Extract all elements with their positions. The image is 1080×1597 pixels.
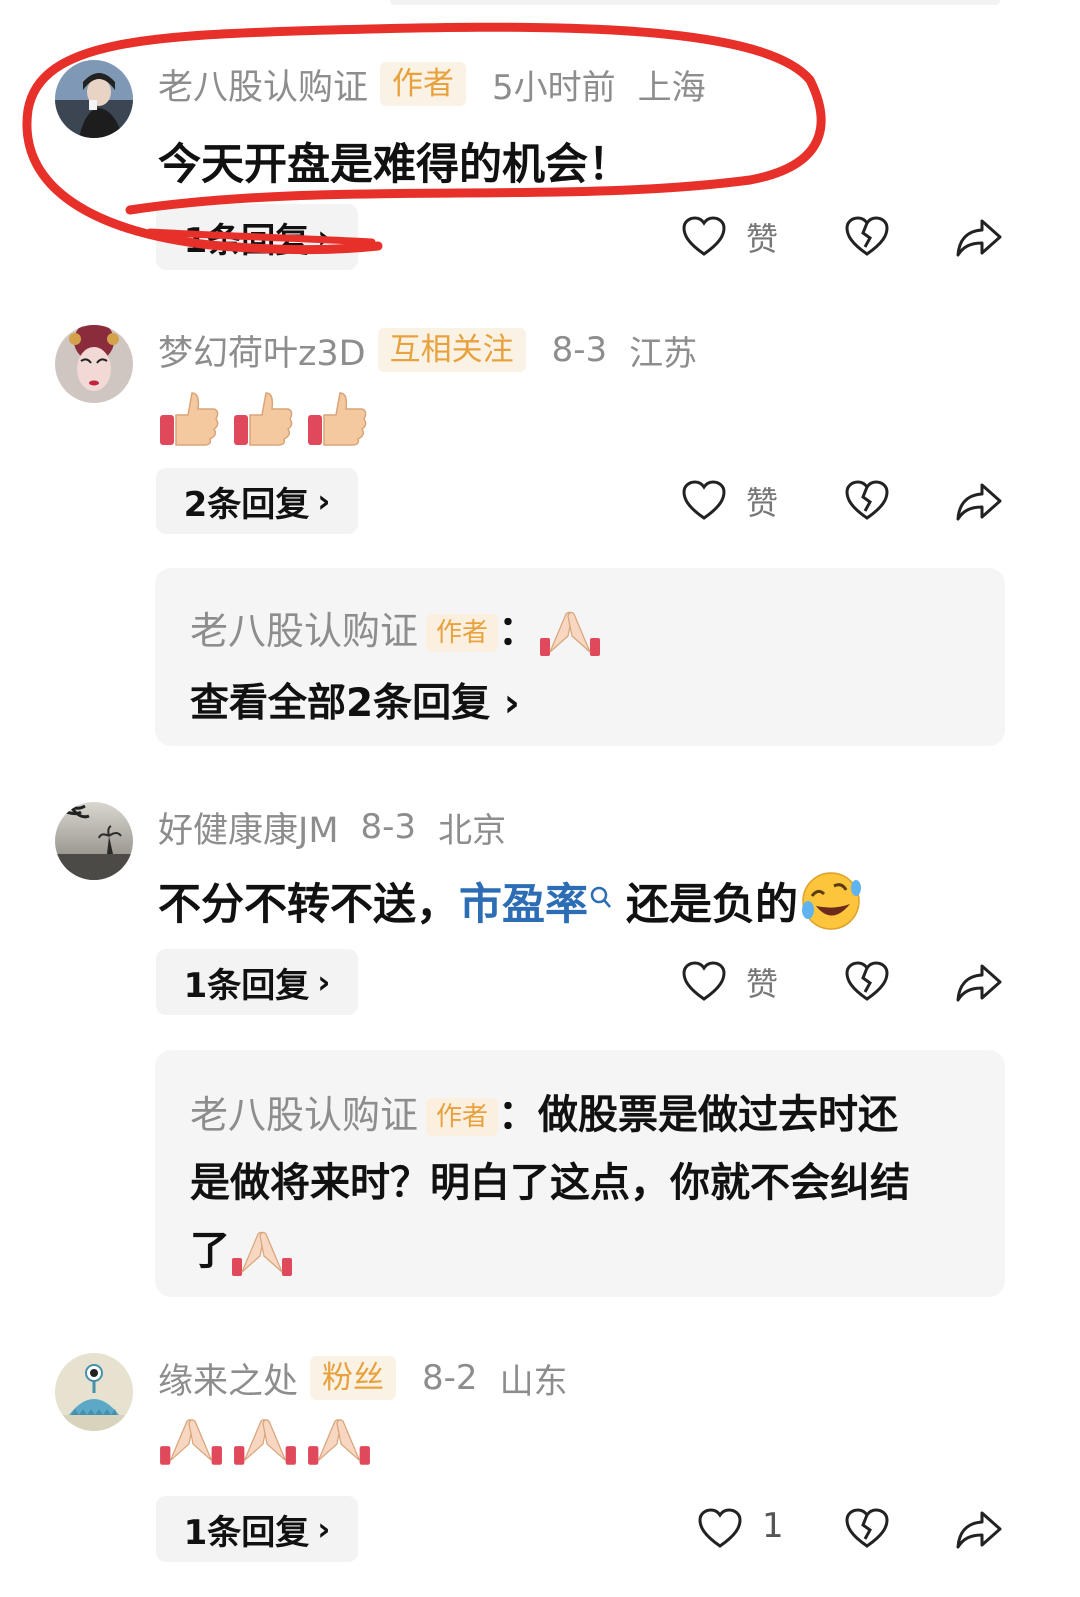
- share-icon[interactable]: [954, 213, 1004, 265]
- chevron-right-icon: ›: [317, 1510, 331, 1548]
- comment-actions: 赞: [680, 468, 1010, 534]
- like-icon[interactable]: [696, 1505, 744, 1557]
- chevron-right-icon: ›: [317, 482, 331, 520]
- rolling-laughing-icon: [802, 872, 861, 930]
- sub-reply-box[interactable]: 老八股认购证 作者 ：做股票是做过去时还 是做将来时？明白了这点，你就不会纠结 了: [155, 1050, 1005, 1297]
- mutual-follow-badge: 互相关注: [377, 328, 526, 372]
- timestamp: 8-3: [551, 330, 608, 370]
- share-icon[interactable]: [954, 1505, 1004, 1557]
- like-label[interactable]: 赞: [746, 478, 778, 524]
- author-badge: 作者: [380, 62, 467, 106]
- top-divider: [390, 0, 1000, 5]
- sub-reply-username[interactable]: 老八股认购证: [190, 609, 418, 653]
- keyword-link[interactable]: 市盈率: [459, 870, 588, 932]
- reply-count-button[interactable]: 2条回复 ›: [156, 468, 358, 534]
- search-icon[interactable]: [590, 886, 612, 916]
- broken-heart-icon[interactable]: [843, 1505, 891, 1557]
- reply-count-button[interactable]: 1条回复 ›: [156, 1496, 358, 1562]
- like-count[interactable]: 1: [762, 1506, 784, 1546]
- reply-count-button[interactable]: 1条回复 ›: [156, 204, 358, 270]
- like-icon[interactable]: [680, 213, 728, 265]
- thumbs-up-icon: [308, 392, 367, 446]
- thumbs-up-icon: [160, 392, 219, 446]
- location: 上海: [637, 67, 706, 108]
- fan-badge: 粉丝: [310, 1356, 397, 1400]
- username[interactable]: 好健康康JM: [158, 802, 339, 853]
- comment-actions: 赞: [680, 949, 1010, 1015]
- sub-reply-box[interactable]: 老八股认购证 作者： 查看全部2条回复 ›: [155, 568, 1005, 746]
- timestamp: 8-2: [422, 1358, 478, 1398]
- praying-hands-icon: [160, 1419, 222, 1465]
- like-label[interactable]: 赞: [746, 959, 778, 1005]
- sub-reply-line: 了: [190, 1218, 294, 1278]
- comment-text-part: 不分不转不送，: [158, 880, 459, 930]
- emoji-row: [158, 1412, 372, 1470]
- emoji-row: [158, 385, 370, 449]
- username[interactable]: 缘来之处: [158, 1353, 298, 1404]
- comment-text: 今天开盘是难得的机会！: [158, 140, 631, 190]
- avatar[interactable]: [55, 802, 133, 880]
- location: 北京: [438, 810, 507, 851]
- like-icon[interactable]: [680, 958, 728, 1010]
- praying-hands-icon: [234, 1419, 296, 1465]
- thumbs-up-icon: [234, 392, 293, 446]
- location: 山东: [499, 1361, 568, 1402]
- sub-reply-line: 老八股认购证 作者：: [190, 598, 602, 658]
- avatar[interactable]: [55, 1353, 133, 1431]
- reply-count-label: 2条回复: [183, 484, 310, 525]
- praying-hands-icon: [308, 1419, 370, 1465]
- comment-text: 不分不转不送， 市盈率 还是负的: [158, 870, 864, 932]
- praying-hands-icon: [232, 1231, 292, 1276]
- location: 江苏: [629, 333, 698, 374]
- avatar[interactable]: [55, 325, 133, 403]
- reply-count-label: 1条回复: [183, 1512, 310, 1553]
- broken-heart-icon[interactable]: [843, 477, 891, 529]
- like-label[interactable]: 赞: [746, 214, 778, 260]
- separator: ：: [498, 1092, 539, 1138]
- sub-reply-username[interactable]: 老八股认购证: [190, 1093, 418, 1137]
- username[interactable]: 梦幻荷叶z3D: [158, 325, 366, 376]
- like-icon[interactable]: [680, 477, 728, 529]
- reply-count-label: 1条回复: [183, 965, 310, 1006]
- sub-reply-text: 做股票是做过去时还: [538, 1092, 899, 1138]
- timestamp: 5小时前: [492, 67, 616, 108]
- chevron-right-icon: ›: [503, 681, 520, 726]
- separator: ：: [498, 608, 539, 654]
- chevron-right-icon: ›: [317, 963, 331, 1001]
- reply-count-button[interactable]: 1条回复 ›: [156, 949, 358, 1015]
- author-badge: 作者: [426, 614, 499, 652]
- sub-reply-text: 了: [190, 1228, 230, 1274]
- sub-reply-line: 老八股认购证 作者 ：做股票是做过去时还: [190, 1082, 898, 1140]
- broken-heart-icon[interactable]: [843, 958, 891, 1010]
- share-icon[interactable]: [954, 477, 1004, 529]
- broken-heart-icon[interactable]: [843, 213, 891, 265]
- praying-hands-icon: [540, 611, 601, 656]
- timestamp: 8-3: [360, 807, 417, 847]
- author-badge: 作者: [426, 1098, 499, 1136]
- comment-text-part: 还是负的: [626, 880, 798, 930]
- comment-actions: 1: [680, 1496, 1010, 1562]
- view-all-replies-link[interactable]: 查看全部2条回复 ›: [190, 672, 520, 728]
- username[interactable]: 老八股认购证: [158, 59, 368, 110]
- share-icon[interactable]: [954, 958, 1004, 1010]
- avatar[interactable]: [55, 60, 133, 138]
- sub-reply-text: 是做将来时？明白了这点，你就不会纠结: [190, 1160, 910, 1206]
- reply-count-label: 1条回复: [183, 220, 310, 261]
- chevron-right-icon: ›: [317, 218, 331, 256]
- view-all-label: 查看全部2条回复: [190, 681, 491, 726]
- comment-actions: 赞: [680, 204, 1010, 270]
